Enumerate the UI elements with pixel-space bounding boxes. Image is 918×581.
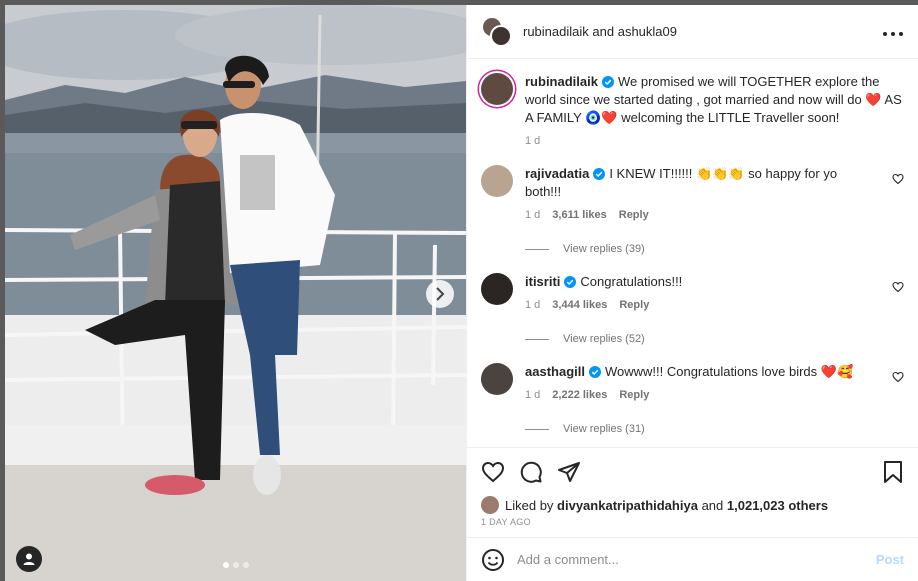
avatar[interactable]	[481, 273, 513, 305]
comment-item: aasthagill Wowww!!! Congratulations love …	[481, 363, 904, 401]
avatar[interactable]	[481, 165, 513, 197]
more-options-button[interactable]	[882, 21, 904, 42]
avatar[interactable]	[481, 363, 513, 395]
tagged-users-button[interactable]	[16, 546, 42, 572]
post-authors: rubinadilaik and ashukla09	[523, 24, 882, 39]
caption-time[interactable]: 1 d	[525, 135, 540, 147]
comment-meta: 1 d 3,444 likes Reply	[525, 299, 876, 311]
post-photo[interactable]	[5, 5, 466, 581]
comment-text-block: rajivadatia I KNEW IT!!!!!! 👏👏👏 so happy …	[525, 165, 876, 201]
avatar[interactable]	[481, 73, 513, 105]
carousel-dots	[222, 562, 249, 568]
reply-button[interactable]: Reply	[619, 299, 649, 311]
post-details-panel: rubinadilaik and ashukla09 rubinadilaik W…	[466, 5, 918, 581]
comment-time[interactable]: 1 d	[525, 299, 540, 311]
author-username-1[interactable]: rubinadilaik	[523, 24, 589, 39]
comment-likes[interactable]: 3,444 likes	[552, 299, 607, 311]
avatar[interactable]	[481, 496, 499, 514]
comment-likes[interactable]: 3,611 likes	[552, 209, 606, 221]
author-username-2[interactable]: ashukla09	[618, 24, 677, 39]
user-icon	[23, 553, 35, 565]
caption: rubinadilaik We promised we will TOGETHER…	[481, 73, 904, 147]
view-replies-button[interactable]: View replies (31)	[525, 423, 904, 435]
like-heart-icon[interactable]	[481, 460, 505, 484]
comment-time[interactable]: 1 d	[525, 209, 540, 221]
liked-by-user[interactable]: divyankatripathidahiya	[557, 498, 698, 513]
photo-scene	[5, 5, 466, 581]
comment-likes[interactable]: 2,222 likes	[552, 389, 607, 401]
share-paper-plane-icon[interactable]	[557, 460, 581, 484]
caption-meta: 1 d	[525, 135, 904, 147]
liked-by: Liked by divyankatripathidahiya and 1,02…	[467, 495, 918, 515]
next-photo-button[interactable]	[426, 280, 454, 308]
avatar	[490, 24, 512, 47]
comment-text: Wowww!!! Congratulations love birds ❤️🥰	[604, 364, 854, 379]
add-comment-bar: Post	[467, 537, 918, 581]
liked-by-count[interactable]: 1,021,023 others	[727, 498, 828, 513]
comment-username[interactable]: itisriti	[525, 274, 560, 289]
verified-badge-icon	[593, 168, 606, 180]
like-comment-icon[interactable]	[892, 371, 904, 383]
reply-button[interactable]: Reply	[619, 209, 649, 221]
like-comment-icon[interactable]	[892, 281, 904, 293]
comment-text: Congratulations!!!	[580, 274, 683, 289]
liked-by-joiner: and	[701, 497, 724, 513]
chevron-right-icon	[436, 287, 445, 301]
comments-scroll[interactable]: rubinadilaik We promised we will TOGETHER…	[467, 59, 918, 447]
verified-badge-icon	[564, 276, 577, 288]
like-comment-icon[interactable]	[892, 173, 904, 185]
comment-meta: 1 d 2,222 likes Reply	[525, 389, 876, 401]
caption-text-block: rubinadilaik We promised we will TOGETHER…	[525, 73, 904, 127]
view-replies-button[interactable]: View replies (52)	[525, 333, 904, 345]
carousel-dot-active	[222, 562, 229, 568]
emoji-picker-icon[interactable]	[481, 548, 505, 572]
comment-time[interactable]: 1 d	[525, 389, 540, 401]
caption-username[interactable]: rubinadilaik	[525, 74, 598, 89]
collab-avatars[interactable]	[481, 15, 513, 48]
comment-username[interactable]: aasthagill	[525, 364, 585, 379]
comment-bubble-icon[interactable]	[519, 460, 543, 484]
posted-time[interactable]: 1 DAY AGO	[467, 515, 918, 537]
comment-meta: 1 d 3,611 likes Reply	[525, 209, 876, 221]
verified-badge-icon	[601, 76, 614, 88]
comment-text-block: itisriti Congratulations!!!	[525, 273, 876, 291]
carousel-dot	[232, 562, 239, 568]
post-actions	[467, 447, 918, 495]
comment-username[interactable]: rajivadatia	[525, 166, 589, 181]
reply-button[interactable]: Reply	[619, 389, 649, 401]
comment-text-block: aasthagill Wowww!!! Congratulations love …	[525, 363, 876, 381]
verified-badge-icon	[588, 366, 601, 378]
bookmark-icon[interactable]	[882, 460, 904, 484]
post-comment-button[interactable]: Post	[876, 552, 904, 567]
carousel-dot	[242, 562, 249, 568]
post-modal: rubinadilaik and ashukla09 rubinadilaik W…	[5, 5, 918, 581]
liked-by-prefix: Liked by	[505, 497, 554, 513]
authors-joiner: and	[592, 24, 615, 39]
post-header: rubinadilaik and ashukla09	[467, 5, 918, 59]
more-icon	[883, 32, 903, 36]
view-replies-button[interactable]: View replies (39)	[525, 243, 904, 255]
comment-item: rajivadatia I KNEW IT!!!!!! 👏👏👏 so happy …	[481, 165, 904, 221]
comment-item: itisriti Congratulations!!! 1 d 3,444 lik…	[481, 273, 904, 311]
comment-input[interactable]	[517, 552, 876, 567]
